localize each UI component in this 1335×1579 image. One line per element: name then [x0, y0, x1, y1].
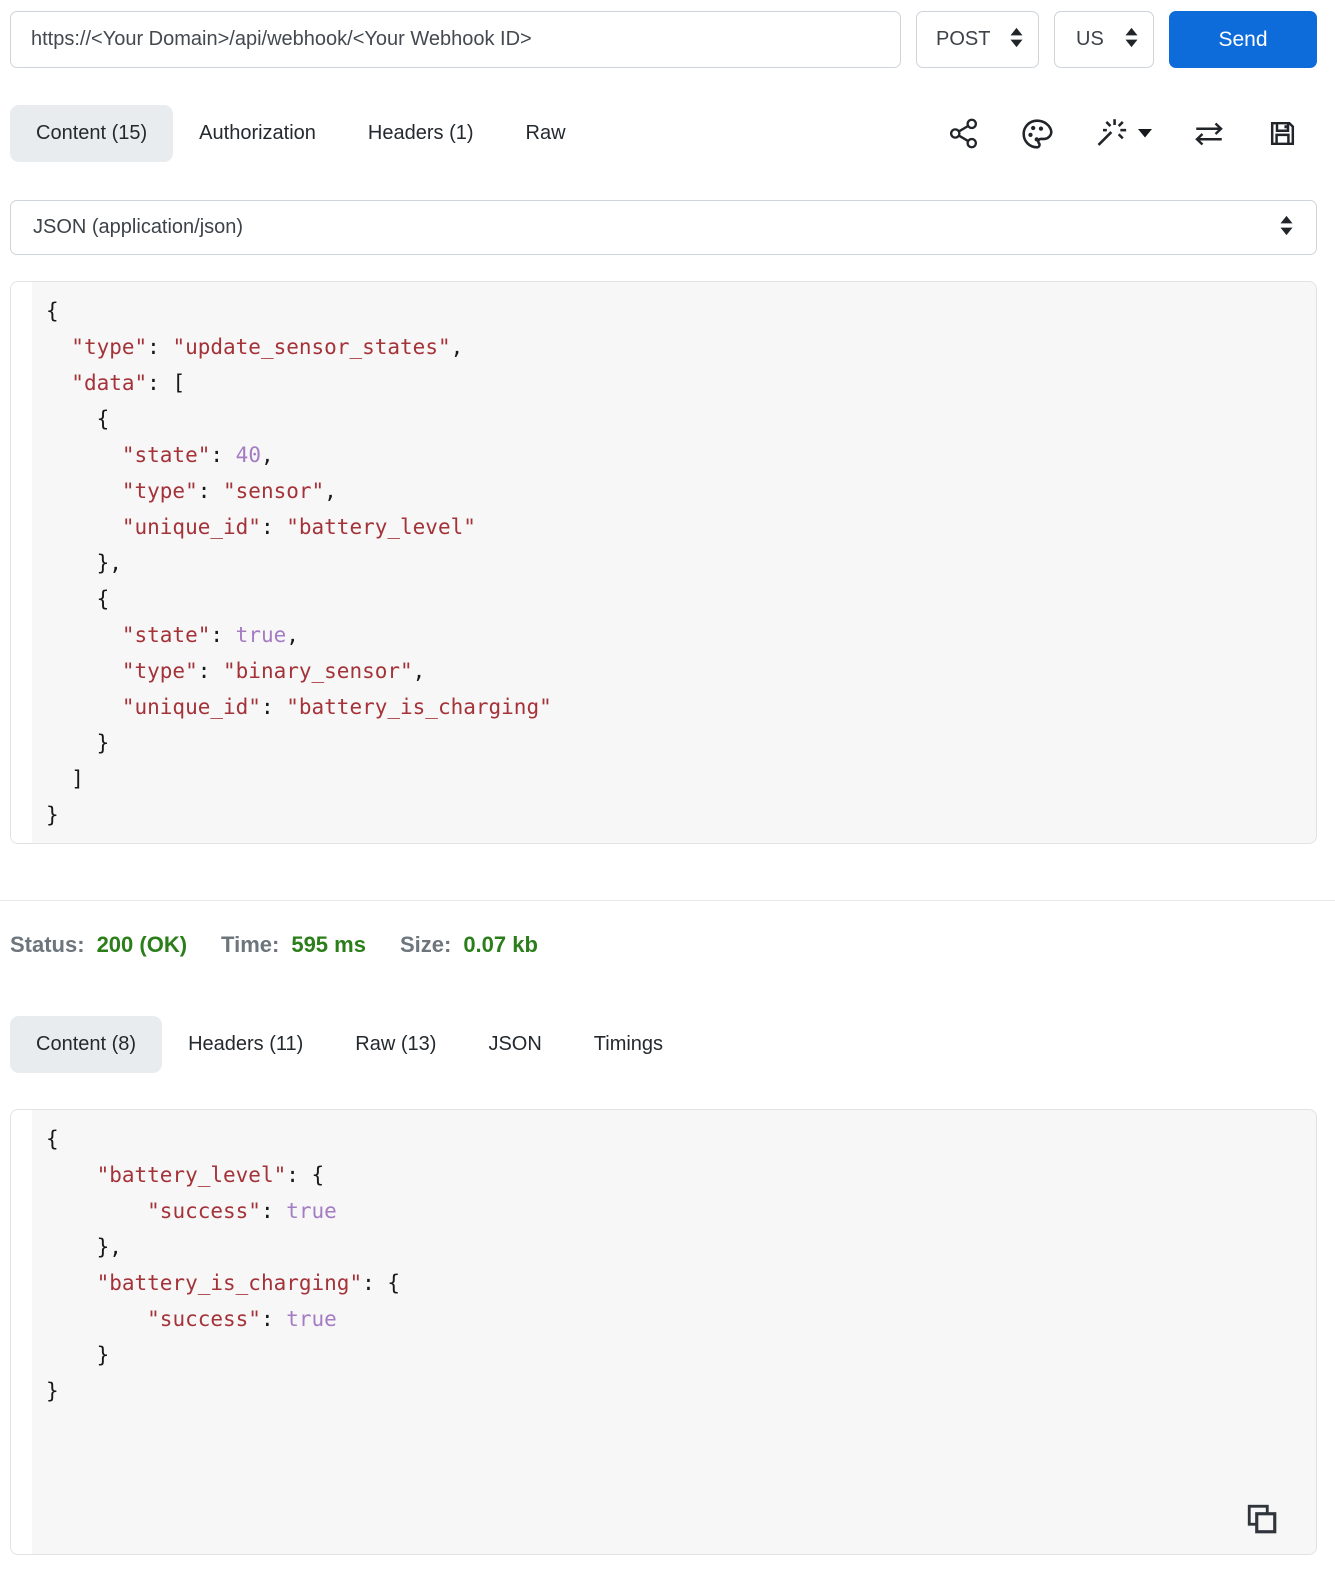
api-tester-page: POST US Send Content (15)AuthorizationHe… [0, 0, 1335, 1555]
code-line: { [46, 299, 59, 323]
select-arrows-icon [1279, 215, 1294, 240]
code-line: "type": "update_sensor_states", [71, 335, 464, 359]
tab-raw-13[interactable]: Raw (13) [329, 1016, 462, 1073]
code-line: "state": 40, [121, 443, 274, 467]
code-line: }, [46, 1235, 122, 1259]
code-line: "battery_level": { [96, 1163, 325, 1187]
response-body-code: { "battery_level": { "success": true }, … [11, 1110, 1316, 1420]
copy-icon [1244, 1504, 1280, 1540]
palette-icon [1020, 117, 1054, 151]
status-value: 200 (OK) [96, 932, 188, 957]
tab-raw[interactable]: Raw [500, 105, 592, 162]
request-toolbar [947, 116, 1299, 152]
share-icon [947, 117, 980, 150]
magic-wand-menu-button[interactable] [1094, 116, 1152, 152]
response-tabs: Content (8) Headers (11) Raw (13) JSON Timin… [10, 1016, 1317, 1073]
size-stat: Size: 0.07 kb [400, 928, 538, 962]
send-button[interactable]: Send [1169, 11, 1317, 68]
request-url-row: POST US Send [10, 11, 1317, 68]
caret-down-icon [1138, 129, 1152, 138]
code-line: "type": "sensor", [121, 479, 337, 503]
code-line: { [46, 1127, 59, 1151]
section-divider [0, 900, 1335, 901]
response-status-bar: Status: 200 (OK) Time: 595 ms Size: 0.07… [10, 928, 1317, 962]
code-line: } [46, 731, 110, 755]
code-line: } [46, 1343, 110, 1367]
select-arrows-icon [1009, 27, 1024, 52]
save-button[interactable] [1266, 117, 1299, 150]
tab-authorization[interactable]: Authorization [173, 105, 342, 162]
tab-headers-11[interactable]: Headers (11) [162, 1016, 329, 1073]
request-tabs: Content (15) Authorization Headers (1) Raw [10, 105, 592, 162]
save-icon [1266, 117, 1299, 150]
body-type-select-value: JSON (application/json) [33, 216, 244, 238]
code-line: { [46, 407, 110, 431]
region-select[interactable]: US [1054, 11, 1154, 68]
code-line: "data": [ [71, 371, 186, 395]
code-line: "type": "binary_sensor", [121, 659, 426, 683]
code-line: "battery_is_charging": { [96, 1271, 401, 1295]
url-input[interactable] [10, 11, 901, 68]
tab-json[interactable]: JSON [462, 1016, 567, 1073]
tab-content-15[interactable]: Content (15) [10, 105, 174, 162]
response-body-viewer: { "battery_level": { "success": true }, … [10, 1109, 1317, 1555]
theme-button[interactable] [1020, 117, 1054, 151]
code-line: }, [46, 551, 122, 575]
code-line: "unique_id": "battery_is_charging" [121, 695, 552, 719]
method-select[interactable]: POST [916, 11, 1039, 68]
code-line: "success": true [147, 1307, 337, 1331]
swap-button[interactable] [1192, 117, 1226, 151]
size-label: Size: [399, 932, 452, 957]
swap-arrows-icon [1192, 117, 1226, 151]
code-line: { [46, 587, 110, 611]
request-tabs-row: Content (15) Authorization Headers (1) Raw [10, 105, 1317, 162]
body-type-select[interactable]: JSON (application/json) [10, 200, 1317, 255]
method-select-value: POST [936, 28, 991, 50]
time-stat: Time: 595 ms [221, 928, 366, 962]
code-line: "unique_id": "battery_level" [121, 515, 476, 539]
share-button[interactable] [947, 117, 980, 150]
code-line: } [46, 803, 59, 827]
copy-response-button[interactable] [1244, 1501, 1280, 1540]
code-line: ] [46, 767, 84, 791]
tab-content-8[interactable]: Content (8) [10, 1016, 163, 1073]
time-value: 595 ms [291, 932, 366, 957]
code-line: } [46, 1379, 59, 1403]
region-select-value: US [1076, 28, 1104, 50]
code-line: "success": true [147, 1199, 337, 1223]
status-label: Status: [10, 932, 85, 957]
code-line: "state": true, [121, 623, 299, 647]
request-body-editor[interactable]: { "type": "update_sensor_states", "data"… [10, 281, 1317, 844]
size-value: 0.07 kb [463, 932, 538, 957]
magic-wand-icon [1094, 116, 1130, 152]
request-body-code: { "type": "update_sensor_states", "data"… [11, 282, 1316, 843]
tab-headers-1[interactable]: Headers (1) [342, 105, 500, 162]
time-label: Time: [221, 932, 280, 957]
select-arrows-icon [1124, 27, 1139, 52]
status-stat: Status: 200 (OK) [10, 928, 187, 962]
tab-timings[interactable]: Timings [568, 1016, 689, 1073]
